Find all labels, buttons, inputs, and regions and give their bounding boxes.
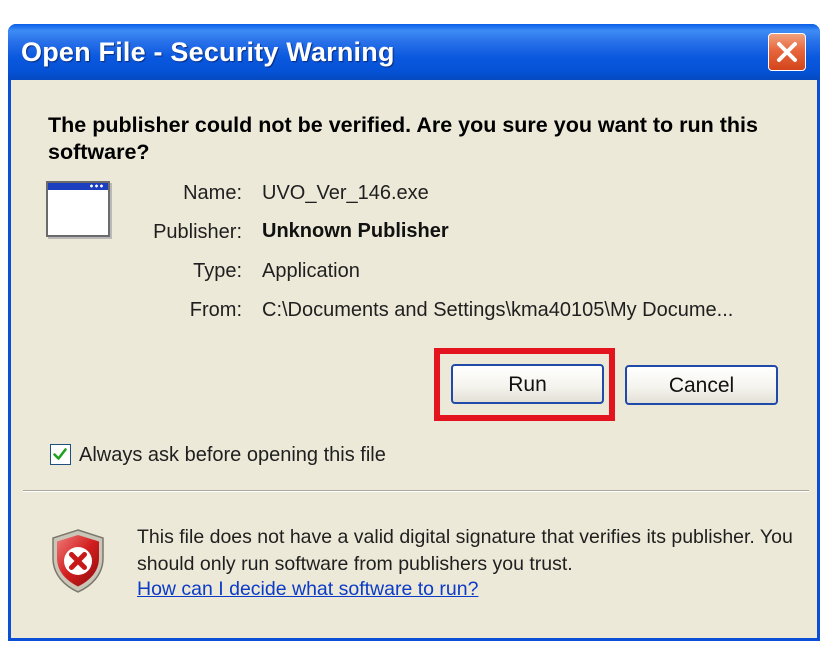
close-button[interactable] [768, 33, 806, 71]
close-icon [777, 42, 797, 62]
publisher-value: Unknown Publisher [262, 220, 449, 242]
from-label: From: [189, 299, 242, 321]
always-ask-label[interactable]: Always ask before opening this file [79, 444, 386, 467]
checkmark-icon [53, 448, 67, 460]
name-value: UVO_Ver_146.exe [262, 182, 429, 204]
window-title: Open File - Security Warning [21, 37, 395, 67]
help-link[interactable]: How can I decide what software to run? [137, 578, 478, 601]
warning-heading: The publisher could not be verified. Are… [48, 113, 758, 164]
security-warning-dialog: Open File - Security Warning The publish… [8, 24, 820, 641]
publisher-label: Publisher: [153, 221, 242, 243]
divider [23, 490, 809, 492]
title-bar[interactable]: Open File - Security Warning [8, 24, 820, 80]
signature-warning-text: This file does not have a valid digital … [137, 526, 793, 575]
name-label: Name: [183, 182, 242, 204]
always-ask-checkbox[interactable] [50, 444, 71, 465]
security-shield-icon [52, 529, 104, 593]
type-value: Application [262, 260, 360, 282]
cancel-button[interactable]: Cancel [625, 365, 778, 405]
from-value: C:\Documents and Settings\kma40105\My Do… [262, 299, 734, 321]
run-button[interactable]: Run [451, 364, 604, 404]
type-label: Type: [193, 260, 242, 282]
